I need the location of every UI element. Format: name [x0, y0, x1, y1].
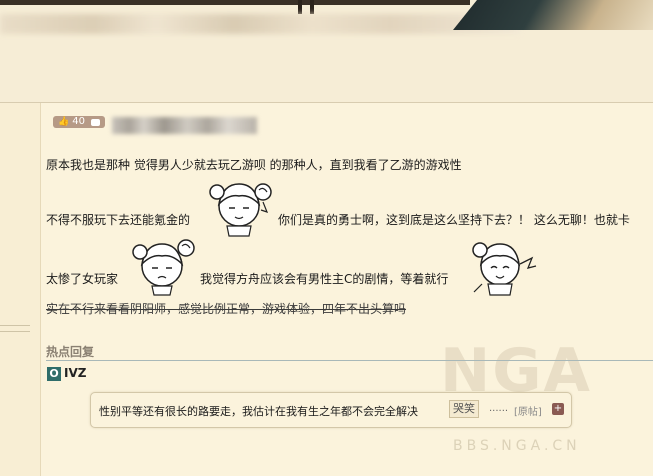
user-badge[interactable]: O: [47, 367, 61, 381]
thumb-up-icon: 👍: [58, 117, 70, 127]
reply-username[interactable]: IVZ: [64, 366, 86, 380]
header-peg: [298, 0, 302, 14]
post-line-1: 原本我也是那种 觉得男人少就去玩乙游呗 的那种人，直到我看了乙游的游戏性: [46, 158, 462, 172]
post-line-3a: 太惨了女玩家: [46, 272, 119, 286]
watermark-site: BBS.NGA.CN: [453, 438, 581, 454]
header-strip: [0, 0, 470, 5]
original-post-link[interactable]: [原帖]: [514, 403, 542, 418]
user-info-column: [0, 103, 41, 476]
blurred-thread-title: [0, 14, 520, 34]
banner-image: [453, 0, 653, 30]
post-line-2a: 不得不服玩下去还能氪金的: [46, 213, 191, 227]
ellipsis: ......: [489, 403, 509, 414]
like-badge[interactable]: 👍 40: [53, 116, 105, 128]
divider: [0, 331, 30, 332]
comment-icon: [90, 118, 100, 126]
hot-reply-divider: [46, 360, 653, 361]
header-area: [0, 46, 653, 103]
sticker-face-icon: [472, 242, 537, 296]
post-line-4: 实在不行来看看阴阳师，感觉比例正常，游戏体验，四年不出头算吗: [46, 302, 407, 316]
like-count: 40: [72, 116, 85, 127]
post-line-2b: 你们是真的勇士啊，这到底是这么坚持下去？！ 这么无聊！也就卡: [278, 213, 630, 227]
expand-button[interactable]: +: [552, 403, 564, 415]
hot-reply-box: 性别平等还有很长的路要走，我估计在我有生之年都不会完全解决 哭笑 ...... …: [90, 392, 572, 428]
blurred-username: [112, 117, 257, 134]
divider: [0, 325, 30, 326]
hot-reply-text: 性别平等还有很长的路要走，我估计在我有生之年都不会完全解决: [99, 405, 418, 418]
header-peg: [310, 0, 314, 14]
top-header: [0, 0, 653, 46]
sticker-face-icon: [132, 239, 195, 296]
hot-reply-title: 热点回复: [46, 345, 95, 359]
sticker-face-icon: [209, 183, 272, 237]
emote-tag: 哭笑: [449, 400, 479, 418]
post-line-3b: 我觉得方舟应该会有男性主C的剧情，等着就行: [200, 272, 449, 286]
